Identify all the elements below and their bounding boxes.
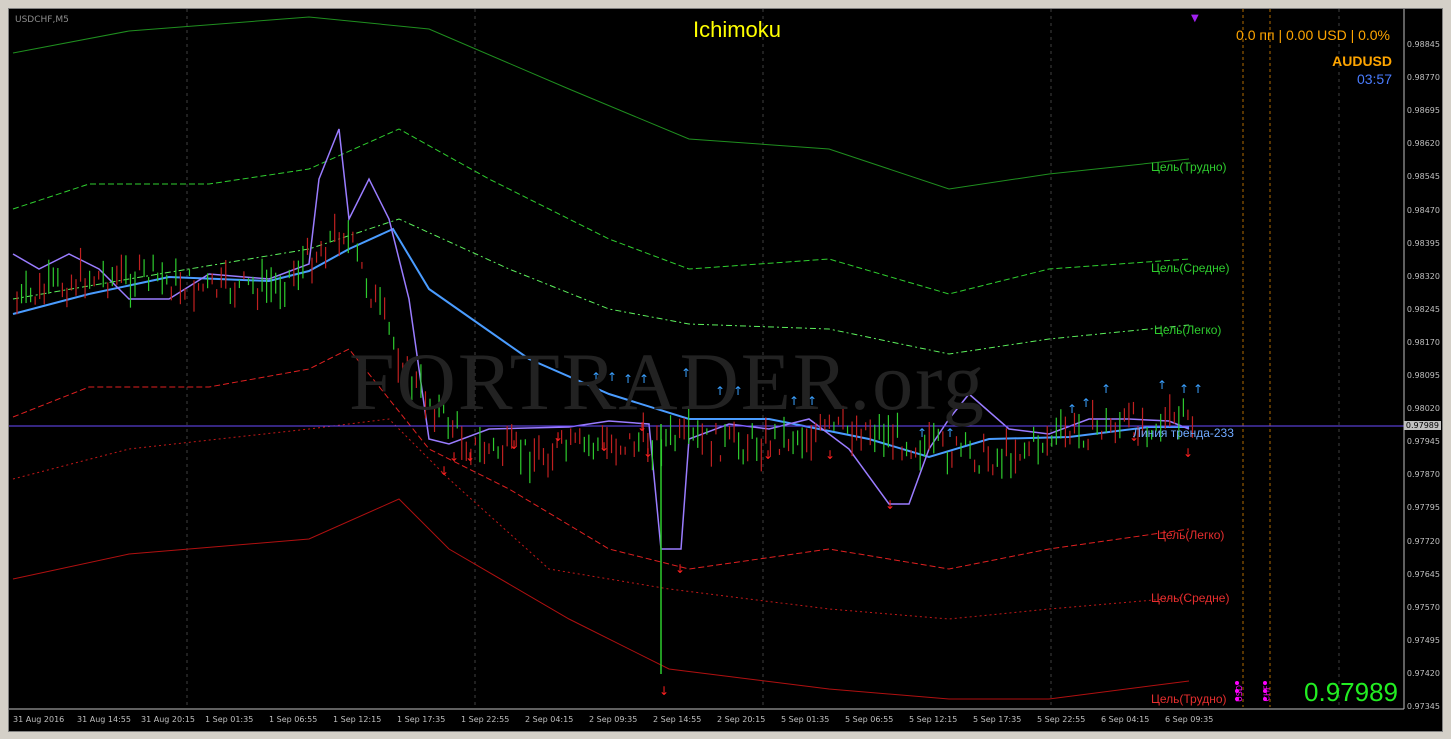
time-tick: 5 Sep 06:55 xyxy=(845,715,894,724)
symbol-label: USDCHF,M5 xyxy=(15,15,69,25)
indicator-title: Ichimoku xyxy=(693,17,782,42)
time-tick: 2 Sep 14:55 xyxy=(653,715,702,724)
down-arrow: ↓ xyxy=(553,430,563,444)
up-arrow: ↑ xyxy=(1067,402,1077,416)
down-arrow: ↓ xyxy=(885,498,895,512)
pair-label: AUDUSD xyxy=(1332,53,1392,69)
green-band-hard xyxy=(12,16,1190,190)
bar-timer: 03:57 xyxy=(1356,71,1392,87)
price-tick: 0.98845 xyxy=(1406,40,1440,49)
up-arrow: ↑ xyxy=(1193,382,1203,396)
red-target-mid-label: Цель(Средне) xyxy=(1151,591,1230,605)
time-tick: 2 Sep 20:15 xyxy=(717,715,766,724)
price-tick: 0.98470 xyxy=(1406,205,1440,215)
trendline-label[interactable]: Линия тренда-233 xyxy=(1133,426,1234,440)
time-tick: 5 Sep 17:35 xyxy=(973,715,1022,724)
price-tick: 0.97345 xyxy=(1406,702,1440,711)
down-arrow: ↓ xyxy=(825,448,835,462)
time-tick: 1 Sep 01:35 xyxy=(205,715,254,724)
price-tick: 0.97495 xyxy=(1406,635,1440,645)
up-arrow: ↑ xyxy=(1179,382,1189,396)
price-tick: 0.98095 xyxy=(1406,371,1440,380)
time-tick: 6 Sep 04:15 xyxy=(1101,715,1150,724)
down-arrow: ↓ xyxy=(1183,446,1193,460)
price-tick: 0.98020 xyxy=(1406,404,1440,414)
time-tick: 1 Sep 17:35 xyxy=(397,715,446,724)
down-arrow: ↓ xyxy=(643,446,653,460)
down-arrow: ↓ xyxy=(449,450,459,464)
down-arrow: ↓ xyxy=(659,684,669,698)
price-tick: 0.98245 xyxy=(1406,304,1440,314)
price-axis[interactable]: 0.98845 0.98770 0.98695 0.98620 0.98545 0.984… xyxy=(1402,9,1442,711)
time-tick: 1 Sep 22:55 xyxy=(461,715,510,724)
time-tick: 31 Aug 14:55 xyxy=(77,715,131,724)
watermark: FORTRADER.org xyxy=(349,336,986,427)
price-tick: 0.97645 xyxy=(1406,569,1440,579)
time-tick: 1 Sep 06:55 xyxy=(269,715,318,724)
time-tick: 6 Sep 09:35 xyxy=(1165,715,1214,724)
chf-label: CHF xyxy=(1262,685,1272,702)
price-tick: 0.98320 xyxy=(1406,271,1440,281)
chart-window[interactable]: ↑ ↑ ↑ ↑ ↑ ↑ ↑ ↑ ↑ ↑ ↑ ↑ ↑ ↑ ↑ ↑ ↑ ↓ ↓ ↓ ↓ ↓ ↓ ↓ ↓ ↓ ↓ ↓ ↓ ↓ ↓ ↓ ▼ FORTRA… xyxy=(8,8,1443,732)
price-tick: 0.97570 xyxy=(1406,602,1440,612)
price-tick: 0.97420 xyxy=(1406,668,1440,678)
down-arrow: ↓ xyxy=(763,448,773,462)
price-tick: 0.97795 xyxy=(1406,503,1440,513)
big-price-display: 0.97989 xyxy=(1304,677,1398,707)
usd-label: USD xyxy=(1235,684,1245,703)
time-tick: 31 Aug 2016 xyxy=(13,715,65,724)
current-price-tag: 0.97989 xyxy=(1403,421,1441,430)
time-tick: 5 Sep 01:35 xyxy=(781,715,830,724)
green-target-easy-label: Цель(Легко) xyxy=(1154,323,1222,337)
price-tick: 0.98395 xyxy=(1406,238,1440,248)
price-tick: 0.98620 xyxy=(1406,139,1440,149)
currency-dot xyxy=(1263,681,1267,685)
terminal-frame: ↑ ↑ ↑ ↑ ↑ ↑ ↑ ↑ ↑ ↑ ↑ ↑ ↑ ↑ ↑ ↑ ↑ ↓ ↓ ↓ ↓ ↓ ↓ ↓ ↓ ↓ ↓ ↓ ↓ ↓ ↓ ↓ ▼ FORTRA… xyxy=(0,0,1451,739)
time-tick: 1 Sep 12:15 xyxy=(333,715,382,724)
red-target-hard-label: Цель(Трудно) xyxy=(1151,692,1227,706)
red-band-hard xyxy=(12,498,1190,700)
green-target-mid-label: Цель(Средне) xyxy=(1151,261,1230,275)
down-arrow: ↓ xyxy=(509,438,519,452)
time-tick: 31 Aug 20:15 xyxy=(141,715,195,724)
red-target-easy-label: Цель(Легко) xyxy=(1157,528,1225,542)
time-tick: 5 Sep 12:15 xyxy=(909,715,958,724)
price-tick: 0.97945 xyxy=(1406,437,1440,447)
down-arrow: ↓ xyxy=(675,562,685,576)
price-tick: 0.98170 xyxy=(1406,337,1440,347)
up-arrow: ↑ xyxy=(1157,378,1167,392)
chart-shift-marker: ▼ xyxy=(1191,13,1199,24)
time-tick: 2 Sep 04:15 xyxy=(525,715,574,724)
down-arrow: ↓ xyxy=(599,440,609,454)
price-tick: 0.97870 xyxy=(1406,470,1440,480)
time-tick: 2 Sep 09:35 xyxy=(589,715,638,724)
price-tick: 0.97720 xyxy=(1406,536,1440,546)
time-tick: 5 Sep 22:55 xyxy=(1037,715,1086,724)
trade-stats: 0.0 пп | 0.00 USD | 0.0% xyxy=(1236,27,1390,43)
price-tick: 0.98695 xyxy=(1406,106,1440,116)
price-tick: 0.98770 xyxy=(1406,73,1440,83)
green-target-hard-label: Цель(Трудно) xyxy=(1151,160,1227,174)
price-tick: 0.98545 xyxy=(1406,172,1440,182)
down-arrow: ↓ xyxy=(465,450,475,464)
down-arrow: ↓ xyxy=(439,464,449,478)
up-arrow: ↑ xyxy=(1081,396,1091,410)
up-arrow: ↑ xyxy=(1101,382,1111,396)
